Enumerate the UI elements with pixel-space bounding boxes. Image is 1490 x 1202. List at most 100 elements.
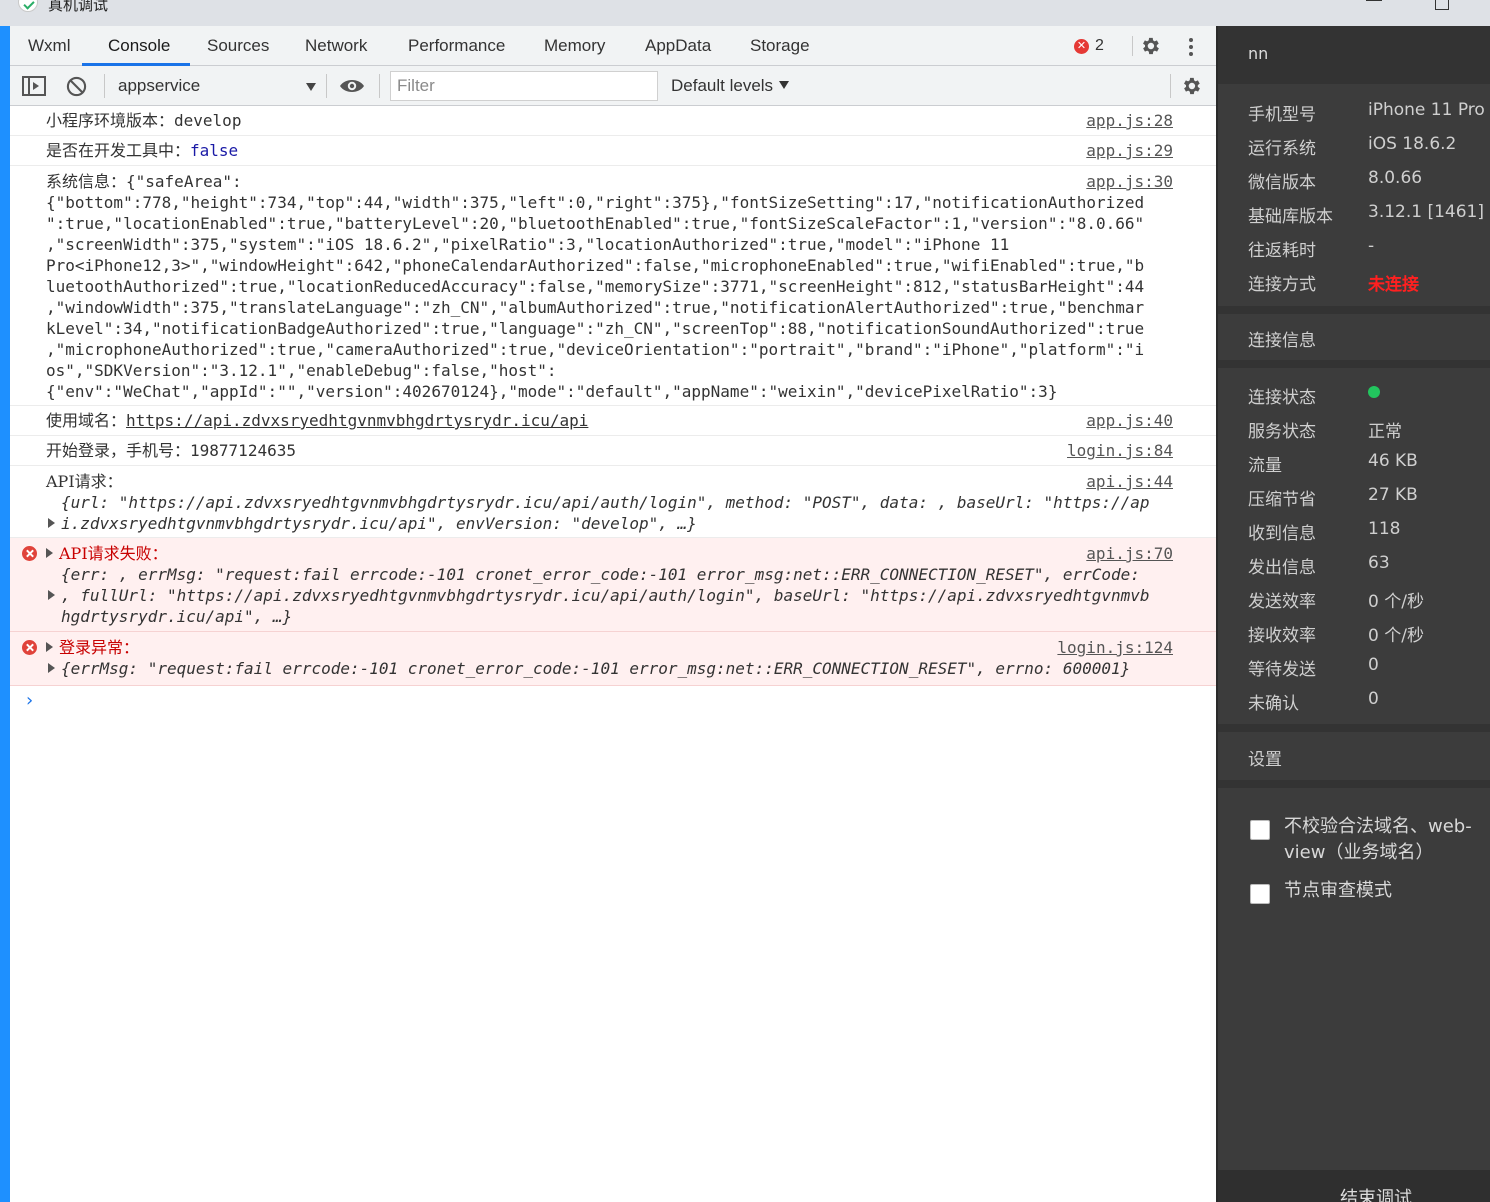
console-error-message: 登录异常： {errMsg: "request:fail errcode:-10… bbox=[10, 632, 1216, 686]
app-logo-icon bbox=[18, 0, 38, 12]
toolbar-divider bbox=[326, 74, 327, 98]
source-link[interactable]: app.js:28 bbox=[1086, 110, 1173, 131]
conn-label: 发出信息 bbox=[1248, 558, 1316, 578]
log-levels-label: Default levels bbox=[671, 76, 774, 95]
source-link[interactable]: login.js:124 bbox=[1057, 637, 1173, 658]
tab-storage[interactable]: Storage bbox=[748, 26, 812, 66]
live-expression-eye-icon[interactable] bbox=[339, 77, 365, 95]
minimize-button[interactable] bbox=[1366, 0, 1382, 3]
tab-console[interactable]: Console bbox=[106, 26, 172, 66]
log-levels-dropdown[interactable]: Default levels bbox=[671, 72, 790, 100]
settings-gear-icon[interactable] bbox=[1139, 35, 1161, 57]
message-label: API请求： bbox=[46, 472, 123, 491]
settings-heading: 设置 bbox=[1248, 750, 1282, 770]
error-count: 2 bbox=[1095, 37, 1104, 54]
conn-value: 118 bbox=[1368, 519, 1401, 539]
tab-performance[interactable]: Performance bbox=[406, 26, 507, 66]
tab-network[interactable]: Network bbox=[303, 26, 369, 66]
conn-label: 连接状态 bbox=[1248, 388, 1316, 408]
sidebar-toggle-icon[interactable] bbox=[22, 76, 46, 96]
expand-triangle-icon[interactable] bbox=[48, 590, 55, 600]
tab-memory[interactable]: Memory bbox=[542, 26, 607, 66]
object-preview[interactable]: {url: "https://api.zdvxsryedhtgvnmvbhgdr… bbox=[46, 492, 1172, 534]
source-link[interactable]: app.js:29 bbox=[1086, 140, 1173, 161]
node-inspect-checkbox[interactable] bbox=[1250, 884, 1270, 904]
dropdown-arrow-icon bbox=[306, 83, 316, 91]
object-preview[interactable]: {err: , errMsg: "request:fail errcode:-1… bbox=[46, 564, 1172, 627]
title-bar: 真机调试 bbox=[0, 0, 1490, 26]
console-message: API请求： {url: "https://api.zdvxsryedhtgvn… bbox=[10, 466, 1216, 538]
source-link[interactable]: app.js:40 bbox=[1086, 410, 1173, 431]
conn-label: 收到信息 bbox=[1248, 524, 1316, 544]
toolbar-divider bbox=[104, 74, 105, 98]
device-name: nn bbox=[1248, 44, 1269, 63]
console-message: 小程序环境版本：develop app.js:28 bbox=[10, 106, 1216, 136]
message-label: 小程序环境版本： bbox=[46, 111, 175, 130]
message-label: 系统信息： bbox=[46, 172, 127, 191]
console-prompt[interactable]: › bbox=[10, 686, 1216, 716]
console-message: 是否在开发工具中：false app.js:29 bbox=[10, 136, 1216, 166]
conn-value: 46 KB bbox=[1368, 451, 1418, 471]
tab-appdata[interactable]: AppData bbox=[643, 26, 713, 66]
source-link[interactable]: login.js:84 bbox=[1067, 440, 1173, 461]
object-preview-line: {url: "https://api.zdvxsryedhtgvnmvbhgdr… bbox=[61, 493, 1150, 512]
conn-value: 0 个/秒 bbox=[1368, 592, 1424, 612]
filter-input[interactable] bbox=[390, 71, 658, 101]
error-count-badge[interactable]: ✕ 2 bbox=[1074, 36, 1104, 56]
end-debug-label: 结束调试 bbox=[1340, 1188, 1412, 1202]
skip-domain-check-label: 不校验合法域名、web-view（业务域名） bbox=[1284, 816, 1472, 863]
message-label: 登录异常： bbox=[59, 638, 140, 657]
device-label: 微信版本 bbox=[1248, 173, 1316, 193]
error-icon bbox=[22, 640, 37, 655]
conn-label: 接收效率 bbox=[1248, 626, 1316, 646]
device-value: iPhone 11 Pro bbox=[1368, 100, 1485, 120]
object-preview[interactable]: {errMsg: "request:fail errcode:-101 cron… bbox=[46, 658, 1172, 679]
conn-value: 0 bbox=[1368, 689, 1379, 709]
object-preview-line: {errMsg: "request:fail errcode:-101 cron… bbox=[61, 659, 1131, 678]
device-value: - bbox=[1368, 236, 1375, 256]
window-title: 真机调试 bbox=[48, 0, 109, 14]
tab-wxml[interactable]: Wxml bbox=[26, 26, 72, 66]
expand-triangle-icon[interactable] bbox=[46, 548, 53, 558]
panel-header: nn bbox=[1218, 26, 1490, 84]
expand-triangle-icon[interactable] bbox=[48, 518, 55, 528]
toolbar-divider bbox=[379, 74, 380, 98]
conn-label: 压缩节省 bbox=[1248, 490, 1316, 510]
node-inspect-label: 节点审查模式 bbox=[1284, 880, 1392, 901]
console-toolbar: appservice Default levels bbox=[10, 66, 1216, 106]
source-link[interactable]: app.js:30 bbox=[1086, 171, 1173, 192]
conn-label: 发送效率 bbox=[1248, 592, 1316, 612]
maximize-button[interactable] bbox=[1435, 0, 1449, 10]
source-link[interactable]: api.js:44 bbox=[1086, 471, 1173, 492]
tab-divider bbox=[1132, 36, 1133, 56]
console-error-message: API请求失败： {err: , errMsg: "request:fail e… bbox=[10, 538, 1216, 632]
device-value: 3.12.1 [1461] bbox=[1368, 202, 1485, 222]
end-debug-button[interactable]: 结束调试 bbox=[1218, 1170, 1490, 1202]
toolbar-divider bbox=[1170, 74, 1171, 98]
tab-bar: Wxml Console Sources Network Performance… bbox=[10, 26, 1216, 66]
expand-triangle-icon[interactable] bbox=[46, 642, 53, 652]
context-select-value: appservice bbox=[118, 76, 201, 95]
message-json-line: Pro<iPhone12,3>","windowHeight":642,"pho… bbox=[46, 256, 1145, 275]
context-select[interactable]: appservice bbox=[116, 72, 320, 100]
conn-value: 正常 bbox=[1368, 422, 1402, 442]
section-divider bbox=[1218, 780, 1490, 788]
conn-value: 0 bbox=[1368, 655, 1379, 675]
prompt-chevron-icon: › bbox=[24, 690, 35, 711]
device-value: iOS 18.6.2 bbox=[1368, 134, 1457, 154]
tab-sources[interactable]: Sources bbox=[205, 26, 271, 66]
source-link[interactable]: api.js:70 bbox=[1086, 543, 1173, 564]
more-options-icon[interactable] bbox=[1188, 36, 1194, 58]
domain-link[interactable]: https://api.zdvxsryedhtgvnmvbhgdrtysrydr… bbox=[126, 411, 588, 430]
skip-domain-check-checkbox[interactable] bbox=[1250, 820, 1270, 840]
message-label: API请求失败： bbox=[59, 544, 168, 563]
clear-console-icon[interactable] bbox=[66, 76, 87, 97]
console-settings-gear-icon[interactable] bbox=[1180, 75, 1202, 97]
expand-triangle-icon[interactable] bbox=[48, 663, 55, 673]
conn-label: 流量 bbox=[1248, 456, 1282, 476]
conn-value: 0 个/秒 bbox=[1368, 626, 1424, 646]
device-label: 往返耗时 bbox=[1248, 241, 1316, 261]
console-message: 系统信息：{"safeArea": {"bottom":778,"height"… bbox=[10, 166, 1216, 406]
message-label: 开始登录，手机号： bbox=[46, 441, 191, 460]
message-value: develop bbox=[174, 111, 242, 130]
